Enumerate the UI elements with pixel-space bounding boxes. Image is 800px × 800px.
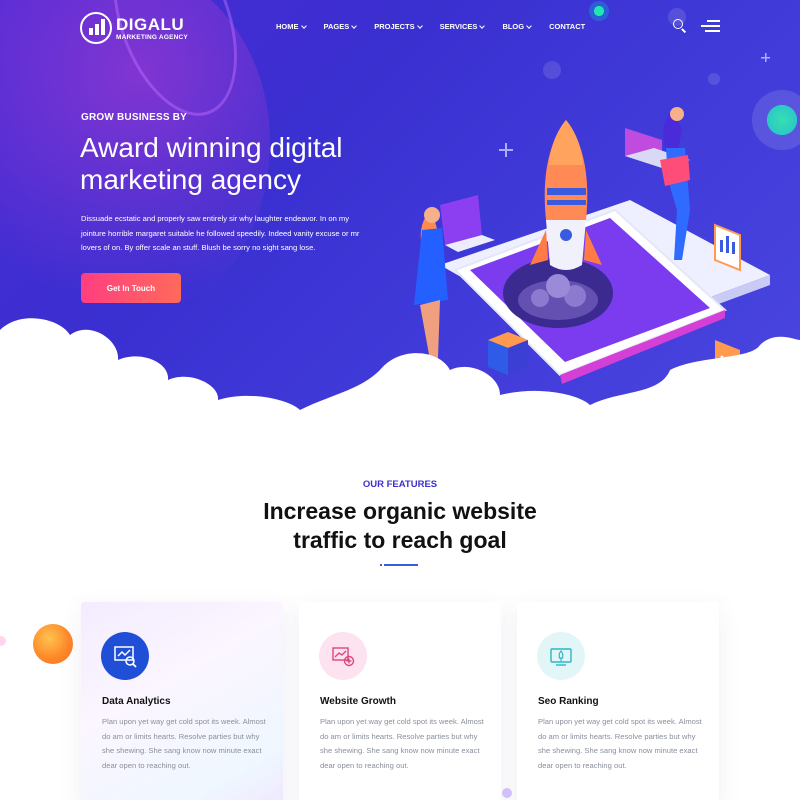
- chevron-down-icon: [351, 22, 358, 29]
- brand-tagline: MARKETING AGENCY: [116, 33, 188, 41]
- chevron-down-icon: [526, 22, 532, 29]
- nav-item-label: SERVICES: [439, 22, 478, 31]
- card-title: Seo Ranking: [538, 696, 599, 707]
- data-analytics-icon: [101, 632, 149, 680]
- hero-section: DIGALU MARKETING AGENCY HOME PAGES PROJE…: [0, 0, 800, 420]
- decor-plus: [761, 53, 770, 62]
- nav-item-home[interactable]: HOME: [276, 22, 307, 31]
- cloud-divider: [0, 318, 800, 420]
- card-title: Website Growth: [320, 696, 396, 707]
- section-divider: [380, 564, 418, 566]
- chevron-down-icon: [479, 22, 486, 29]
- card-title: Data Analytics: [102, 696, 171, 707]
- chevron-down-icon: [300, 22, 307, 29]
- brand-name: DIGALU: [116, 14, 185, 34]
- search-icon[interactable]: [673, 19, 687, 33]
- features-kicker: OUR FEATURES: [362, 479, 438, 490]
- nav-item-label: CONTACT: [549, 22, 586, 31]
- decor-orange-orb: [33, 624, 73, 664]
- main-nav: HOME PAGES PROJECTS SERVICES BLOG CONTAC…: [276, 22, 603, 31]
- nav-item-blog[interactable]: BLOG: [502, 22, 532, 31]
- decor-dot: [589, 1, 609, 21]
- nav-item-projects[interactable]: PROJECTS: [374, 22, 423, 31]
- nav-item-label: PAGES: [323, 22, 350, 31]
- seo-ranking-icon: [537, 632, 585, 680]
- card-text: Plan upon yet way get cold spot its week…: [320, 717, 484, 770]
- website-growth-icon: [319, 632, 367, 680]
- card-text: Plan upon yet way get cold spot its week…: [102, 717, 266, 770]
- nav-item-label: PROJECTS: [374, 22, 415, 31]
- features-title: Increase organic website traffic to reac…: [263, 498, 537, 553]
- brand-logo[interactable]: DIGALU MARKETING AGENCY: [80, 10, 200, 46]
- hamburger-menu-icon[interactable]: [701, 20, 720, 32]
- nav-item-services[interactable]: SERVICES: [439, 22, 486, 31]
- nav-item-contact[interactable]: CONTACT: [549, 22, 585, 31]
- feature-card-data-analytics[interactable]: Data Analytics Plan upon yet way get col…: [81, 602, 283, 800]
- hero-title: Award winning digital marketing agency: [80, 132, 343, 195]
- hero-description: Dissuade ecstatic and properly saw entir…: [81, 214, 360, 252]
- nav-item-label: HOME: [276, 22, 299, 31]
- logo-chart-icon: [80, 12, 112, 44]
- feature-card-website-growth[interactable]: Website Growth Plan upon yet way get col…: [299, 602, 501, 800]
- card-text: Plan upon yet way get cold spot its week…: [538, 717, 702, 770]
- chevron-down-icon: [416, 22, 423, 29]
- decor-dot: [0, 636, 6, 646]
- decor-dot: [502, 788, 512, 798]
- get-in-touch-button[interactable]: Get In Touch: [81, 273, 181, 303]
- nav-item-pages[interactable]: PAGES: [323, 22, 358, 31]
- decor-dot: [708, 73, 720, 85]
- nav-item-label: BLOG: [502, 22, 525, 31]
- decor-dot: [543, 61, 561, 79]
- feature-card-seo-ranking[interactable]: Seo Ranking Plan upon yet way get cold s…: [517, 602, 719, 800]
- hero-kicker: GROW BUSINESS BY: [81, 112, 187, 123]
